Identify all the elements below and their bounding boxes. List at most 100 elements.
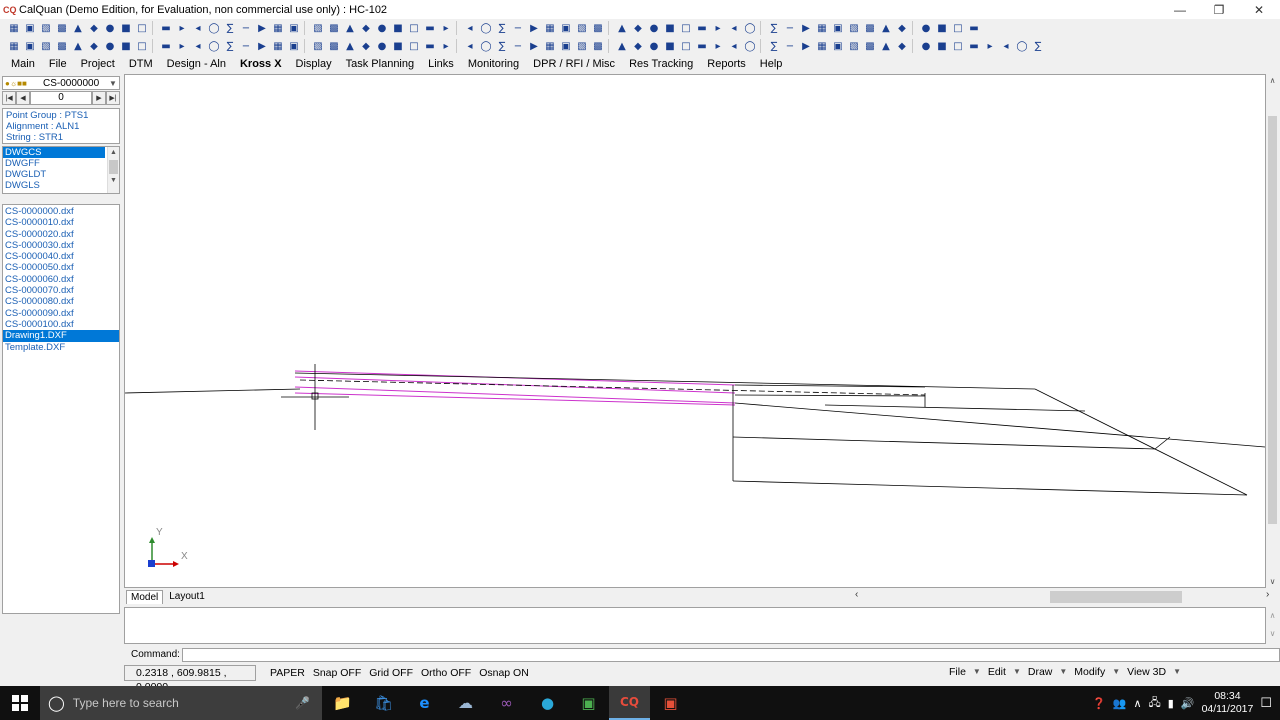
open-icon[interactable]: □ (406, 20, 422, 36)
cut-icon[interactable]: ∑ (494, 20, 510, 36)
vertical-scroll-thumb[interactable] (1268, 116, 1277, 524)
zoom-in-icon[interactable]: ▧ (310, 38, 326, 54)
menu-links[interactable]: Links (421, 56, 461, 73)
command-history-scrollbar[interactable]: ∧ ∨ (1266, 607, 1279, 644)
browser-app-icon[interactable]: ● (527, 686, 568, 720)
settings-icon[interactable]: ■ (390, 38, 406, 54)
layer-icon[interactable]: ▧ (310, 20, 326, 36)
scroll-up-icon[interactable]: ▲ (108, 147, 119, 159)
status-menu-edit[interactable]: Edit (984, 664, 1010, 680)
calquan-icon[interactable]: CQ (609, 686, 650, 720)
new-icon[interactable]: ■ (390, 20, 406, 36)
grid-icon[interactable]: ▩ (326, 20, 342, 36)
dropdown-icon[interactable]: ▼ (1010, 664, 1024, 680)
settings-icon[interactable]: ◂ (190, 38, 206, 54)
status-menu-view3d[interactable]: View 3D (1123, 664, 1170, 680)
save-icon[interactable]: ∑ (222, 38, 238, 54)
cut-icon[interactable]: ▲ (878, 20, 894, 36)
copy-icon[interactable]: ◆ (894, 20, 910, 36)
refresh-icon[interactable]: ▸ (982, 38, 998, 54)
text-icon[interactable]: ■ (662, 20, 678, 36)
dropdown-icon[interactable]: ▼ (1109, 664, 1123, 680)
people-icon[interactable]: 👥 (1113, 697, 1127, 710)
paste-icon[interactable]: □ (134, 20, 150, 36)
folder-icon[interactable]: ▦ (814, 38, 830, 54)
last-record-button[interactable]: ▶| (106, 91, 120, 105)
next-record-button[interactable]: ▶ (92, 91, 106, 105)
print-icon[interactable]: ▸ (438, 38, 454, 54)
info-point-group[interactable]: Point Group : PTS1 (6, 110, 116, 121)
red-app-icon[interactable]: ▣ (650, 686, 691, 720)
zoom-extents-icon[interactable]: □ (134, 38, 150, 54)
scroll-up-icon[interactable]: ∧ (1266, 74, 1279, 87)
folder-icon[interactable]: ▲ (614, 38, 630, 54)
layer-icon[interactable]: ▲ (878, 38, 894, 54)
undo-icon[interactable]: ▧ (846, 20, 862, 36)
paper-toggle[interactable]: PAPER (266, 665, 309, 681)
green-app-icon[interactable]: ▣ (568, 686, 609, 720)
file-list-item[interactable]: CS-0000010.dxf (3, 217, 119, 228)
delete-icon[interactable]: ● (374, 20, 390, 36)
clock[interactable]: 08:34 04/11/2017 (1202, 690, 1254, 716)
dropdown-icon[interactable]: ▼ (970, 664, 984, 680)
zoom-out-icon[interactable]: ■ (118, 38, 134, 54)
copy-icon[interactable]: ■ (118, 20, 134, 36)
prev-record-button[interactable]: ◀ (16, 91, 30, 105)
dimension-icon[interactable]: □ (678, 20, 694, 36)
rectangle-icon[interactable]: ▶ (254, 20, 270, 36)
refresh-icon[interactable]: − (782, 38, 798, 54)
dropdown-icon[interactable]: ▼ (1056, 664, 1070, 680)
layer-item[interactable]: DWGFF (3, 158, 105, 169)
paste-icon[interactable]: ▶ (526, 20, 542, 36)
menu-dtm[interactable]: DTM (122, 56, 160, 73)
redo-icon[interactable]: ▩ (862, 20, 878, 36)
zoom-extents-icon[interactable]: ◯ (742, 38, 758, 54)
zoom-extents-icon[interactable]: □ (950, 38, 966, 54)
store-icon[interactable]: 🛍 (363, 686, 404, 720)
settings-icon[interactable]: ◂ (998, 38, 1014, 54)
arc-icon[interactable]: ◆ (630, 20, 646, 36)
print-icon[interactable]: ● (646, 38, 662, 54)
preview-icon[interactable]: ▩ (54, 38, 70, 54)
settings-icon[interactable]: ▶ (798, 38, 814, 54)
start-button[interactable] (0, 686, 40, 720)
zoom-icon[interactable]: ■ (934, 20, 950, 36)
scroll-down-icon[interactable]: ▼ (108, 175, 119, 187)
folder-icon[interactable]: ▦ (6, 38, 22, 54)
horizontal-scroll-thumb[interactable] (1050, 591, 1182, 603)
print-icon[interactable]: ▧ (38, 38, 54, 54)
zoom-icon[interactable]: ▬ (158, 20, 174, 36)
layer-item[interactable]: DWGLS (3, 180, 105, 191)
pan-icon[interactable]: ▣ (558, 38, 574, 54)
save-icon[interactable]: ▧ (38, 20, 54, 36)
open-icon[interactable]: ▣ (22, 20, 38, 36)
menu-display[interactable]: Display (289, 56, 339, 73)
circle-icon[interactable]: ▲ (614, 20, 630, 36)
menu-main[interactable]: Main (4, 56, 42, 73)
save-icon[interactable]: ◆ (630, 38, 646, 54)
paste-icon[interactable]: ● (918, 20, 934, 36)
menu-kross-x[interactable]: Kross X (233, 56, 289, 73)
properties-icon[interactable]: ◆ (894, 38, 910, 54)
folder-icon[interactable]: ◯ (206, 38, 222, 54)
menu-reports[interactable]: Reports (700, 56, 753, 73)
save-icon[interactable]: ▣ (22, 38, 38, 54)
osnap-toggle[interactable]: Osnap ON (475, 665, 533, 681)
scroll-right-icon[interactable]: › (1266, 589, 1276, 600)
layer-icon[interactable]: □ (678, 38, 694, 54)
refresh-icon[interactable]: ● (374, 38, 390, 54)
file-list-item[interactable]: Drawing1.DXF (3, 330, 119, 342)
line-icon[interactable]: ▧ (574, 20, 590, 36)
file-list-item[interactable]: CS-0000100.dxf (3, 319, 119, 330)
network-app-icon[interactable]: ☁ (445, 686, 486, 720)
file-list-item[interactable]: CS-0000040.dxf (3, 251, 119, 262)
volume-icon[interactable]: 🔊 (1181, 697, 1195, 710)
menu-res-tracking[interactable]: Res Tracking (622, 56, 700, 73)
new-icon[interactable]: − (782, 20, 798, 36)
chevron-down-icon[interactable]: ▼ (107, 79, 119, 88)
folder-icon[interactable]: ◯ (1014, 38, 1030, 54)
menu-task-planning[interactable]: Task Planning (339, 56, 422, 73)
zoom-icon[interactable]: ▦ (542, 20, 558, 36)
zoom-out-icon[interactable]: ■ (934, 38, 950, 54)
snap-icon[interactable]: ◂ (726, 20, 742, 36)
